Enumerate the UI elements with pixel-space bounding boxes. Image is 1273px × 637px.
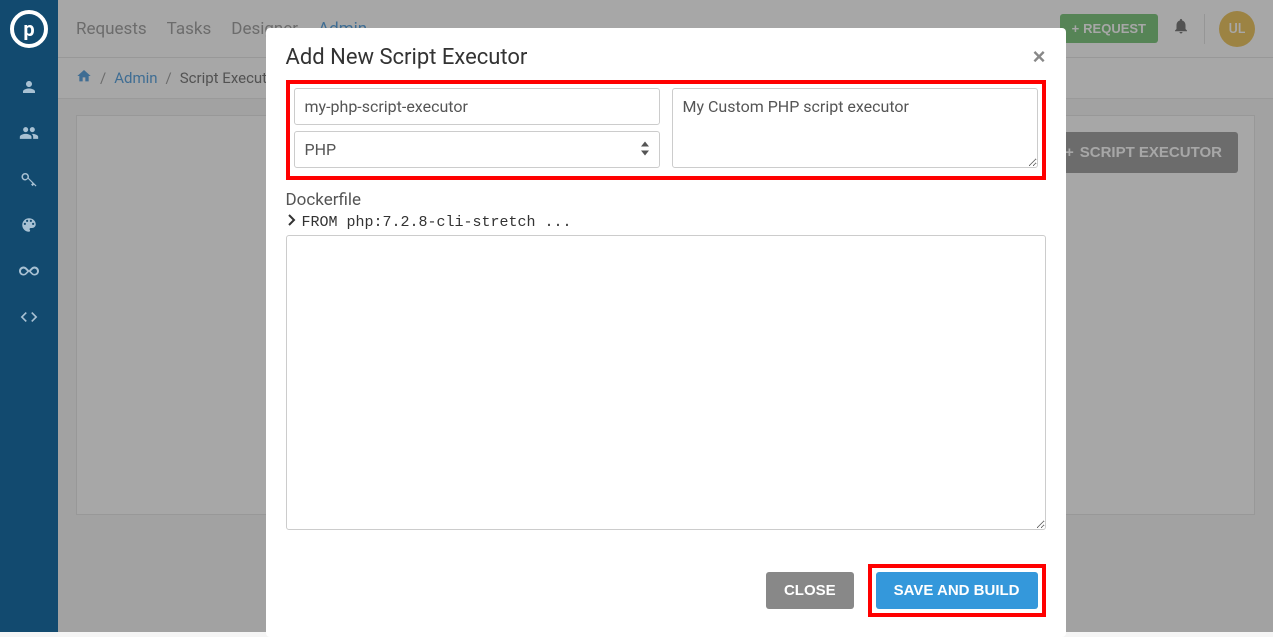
users-icon[interactable] [18, 122, 40, 144]
dockerfile-label: Dockerfile [286, 190, 1046, 210]
language-select[interactable] [294, 131, 660, 168]
close-icon[interactable]: × [1033, 44, 1046, 70]
dockerfile-preview-toggle[interactable]: FROM php:7.2.8-cli-stretch ... [286, 214, 1046, 231]
executor-name-input[interactable] [294, 88, 660, 125]
palette-icon[interactable] [18, 214, 40, 236]
highlight-save-button: SAVE AND BUILD [868, 564, 1046, 617]
infinity-icon[interactable] [18, 260, 40, 282]
close-button[interactable]: CLOSE [766, 572, 854, 609]
sidebar: p [0, 0, 58, 632]
key-icon[interactable] [18, 168, 40, 190]
dockerfile-textarea[interactable] [286, 235, 1046, 530]
save-and-build-button[interactable]: SAVE AND BUILD [876, 572, 1038, 609]
modal: Add New Script Executor × Doc [266, 28, 1066, 637]
user-icon[interactable] [18, 76, 40, 98]
modal-title: Add New Script Executor [286, 45, 528, 70]
chevron-right-icon [286, 214, 296, 231]
code-icon[interactable] [18, 306, 40, 328]
dockerfile-preview-text: FROM php:7.2.8-cli-stretch ... [302, 214, 572, 231]
logo[interactable]: p [0, 0, 58, 58]
description-textarea[interactable] [672, 88, 1038, 168]
highlight-top-fields [286, 80, 1046, 180]
